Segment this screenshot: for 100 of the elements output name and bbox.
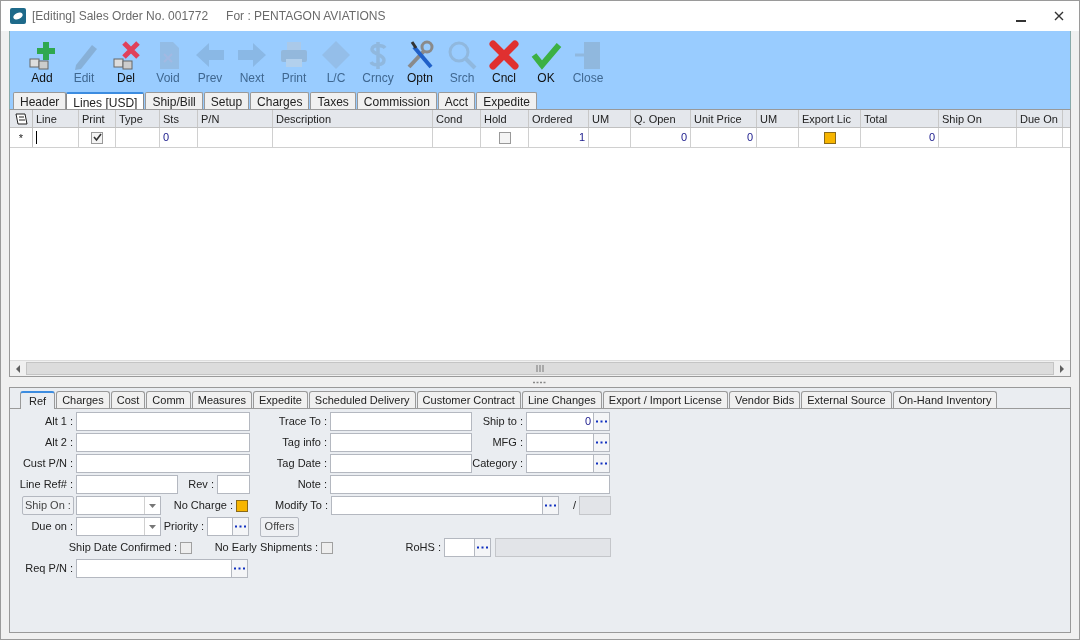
tab[interactable]: Lines [USD] xyxy=(66,92,145,110)
tab[interactable]: Commission xyxy=(356,92,437,109)
column-header[interactable]: P/N xyxy=(198,110,273,127)
field-label: MFG : xyxy=(492,435,523,451)
cell-value: 1 xyxy=(578,130,585,146)
checkbox[interactable] xyxy=(498,131,511,144)
browse-button[interactable] xyxy=(542,497,558,514)
tab[interactable]: Header xyxy=(13,92,67,109)
tab[interactable]: Comm xyxy=(146,391,191,408)
column-header[interactable]: Ship On xyxy=(939,110,1017,127)
field-label: Req P/N : xyxy=(25,561,73,577)
offers-button[interactable]: Offers xyxy=(260,516,299,537)
plus-icon xyxy=(26,39,58,71)
checkbox[interactable] xyxy=(180,541,192,554)
text-field[interactable] xyxy=(330,475,610,494)
cell-value: 0 xyxy=(746,130,753,146)
tab[interactable]: Ref xyxy=(20,391,56,409)
tab[interactable]: Scheduled Delivery xyxy=(308,391,416,408)
text-field[interactable] xyxy=(76,412,250,431)
checkbox[interactable] xyxy=(91,131,103,144)
lookup-field[interactable] xyxy=(331,496,559,515)
toolbar-button[interactable]: OK xyxy=(526,39,566,85)
lookup-field[interactable] xyxy=(76,559,248,578)
browse-button[interactable] xyxy=(593,413,609,430)
browse-button[interactable] xyxy=(474,539,490,556)
tab[interactable]: Line Changes xyxy=(521,391,602,408)
tab[interactable]: Charges xyxy=(250,92,310,109)
column-header[interactable]: Total xyxy=(861,110,939,127)
column-header[interactable]: Type xyxy=(116,110,160,127)
tab[interactable]: On-Hand Inventory xyxy=(892,391,998,408)
text-field[interactable] xyxy=(217,475,250,494)
column-header[interactable]: Q. Open xyxy=(631,110,691,127)
browse-button[interactable] xyxy=(232,518,248,535)
browse-button[interactable] xyxy=(231,560,247,577)
close-icon[interactable] xyxy=(1054,11,1064,21)
ellipsis-icon xyxy=(596,420,607,423)
ellipsis-icon xyxy=(477,546,488,549)
text-field[interactable] xyxy=(330,454,472,473)
column-header[interactable]: Line xyxy=(33,110,79,127)
text-field[interactable] xyxy=(330,433,472,452)
column-header[interactable]: Cond xyxy=(433,110,481,127)
text-field[interactable] xyxy=(76,454,250,473)
browse-button[interactable] xyxy=(593,434,609,451)
dropdown-field[interactable] xyxy=(76,517,161,536)
ellipsis-icon xyxy=(596,441,607,444)
checkbox[interactable] xyxy=(236,499,248,512)
dropdown-arrow-icon xyxy=(149,503,156,508)
tab[interactable]: Ship/Bill xyxy=(145,92,203,109)
tab[interactable]: Vendor Bids xyxy=(728,391,801,408)
column-header[interactable]: Export Lic xyxy=(799,110,861,127)
tab[interactable]: Setup xyxy=(203,92,250,109)
field-label: Ship to : xyxy=(482,414,523,430)
column-header[interactable]: Print xyxy=(79,110,116,127)
tab[interactable]: Taxes xyxy=(310,92,356,109)
column-header[interactable]: Sts xyxy=(160,110,198,127)
lookup-field[interactable] xyxy=(444,538,491,557)
column-header[interactable]: UM xyxy=(757,110,799,127)
cell-value: 0 xyxy=(163,130,170,146)
tab[interactable]: Expedite xyxy=(253,391,308,408)
text-field[interactable] xyxy=(76,433,250,452)
ellipsis-icon xyxy=(234,567,245,570)
text-field[interactable] xyxy=(330,412,472,431)
browse-button[interactable] xyxy=(593,455,609,472)
lookup-field[interactable] xyxy=(526,433,610,452)
horizontal-scrollbar[interactable] xyxy=(10,360,1070,376)
tab[interactable]: Expedite xyxy=(476,92,537,109)
lookup-field[interactable]: 0 xyxy=(526,412,610,431)
column-header[interactable]: Hold xyxy=(481,110,529,127)
tab[interactable]: Cost xyxy=(110,391,146,408)
tab[interactable]: Measures xyxy=(191,391,252,408)
toolbar-button[interactable]: Cncl xyxy=(484,39,524,85)
field-label: Ship Date Confirmed : xyxy=(68,540,177,556)
flag-checkbox[interactable] xyxy=(823,131,836,144)
search-icon xyxy=(446,39,478,71)
column-header[interactable]: Ordered xyxy=(529,110,589,127)
toolbar-button[interactable]: Optn xyxy=(400,39,440,85)
lookup-field[interactable] xyxy=(207,517,249,536)
tab[interactable]: Charges xyxy=(56,391,110,408)
column-header[interactable]: Unit Price xyxy=(691,110,757,127)
tab[interactable]: Acct xyxy=(437,92,476,109)
column-header[interactable]: Due On xyxy=(1017,110,1063,127)
select-all-icon[interactable] xyxy=(13,111,29,126)
lookup-field[interactable] xyxy=(526,454,610,473)
column-header[interactable]: Description xyxy=(273,110,433,127)
column-header[interactable]: UM xyxy=(589,110,631,127)
field-label: Line Ref# : xyxy=(19,477,73,493)
tab[interactable]: Customer Contract xyxy=(416,391,521,408)
tab[interactable]: Export / Import License xyxy=(602,391,728,408)
field-label: RoHS : xyxy=(405,540,441,556)
ship-on-button[interactable]: Ship On : xyxy=(22,496,74,515)
dropdown-field[interactable] xyxy=(76,496,161,515)
splitter-grip-icon[interactable] xyxy=(533,380,547,384)
readonly-field xyxy=(579,496,611,515)
separator-label: / xyxy=(572,498,576,514)
toolbar-button[interactable]: Del xyxy=(106,39,146,85)
scrollbar-thumb[interactable] xyxy=(26,362,1054,375)
text-field[interactable] xyxy=(76,475,178,494)
checkbox[interactable] xyxy=(321,541,333,554)
toolbar-button[interactable]: Add xyxy=(22,39,62,85)
tab[interactable]: External Source xyxy=(801,391,892,408)
